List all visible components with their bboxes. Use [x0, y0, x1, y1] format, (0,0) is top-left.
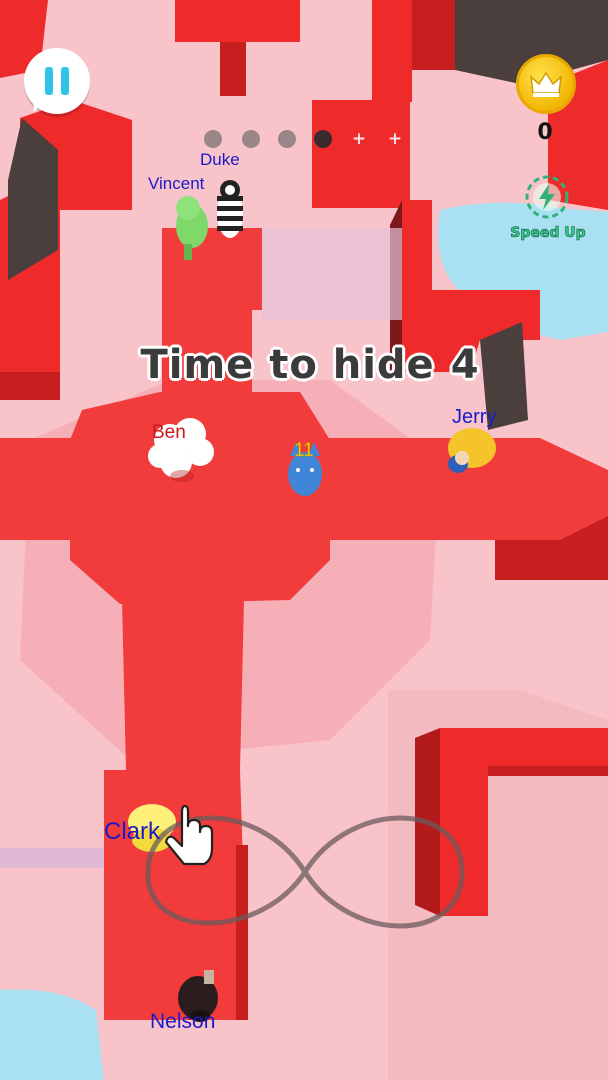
lightning-icon	[525, 175, 569, 219]
round-progress: + +	[200, 130, 420, 152]
round-dot-locked: +	[387, 129, 403, 149]
round-dot	[278, 130, 296, 148]
hand-pointer-icon	[164, 804, 214, 866]
round-dot-current	[314, 130, 332, 148]
round-dot	[204, 130, 222, 148]
speed-up-button[interactable]	[524, 174, 570, 220]
pause-button[interactable]	[24, 48, 90, 115]
seeker-count-badge: 11	[294, 440, 314, 461]
speed-up-label: Speed Up	[510, 225, 586, 242]
player-name-ben: Ben	[152, 422, 186, 443]
crown-icon	[530, 71, 562, 97]
player-name-nelson: Nelson	[150, 1010, 216, 1033]
crown-button[interactable]	[516, 54, 576, 114]
player-name-vincent: Vincent	[148, 174, 205, 193]
player-name-duke: Duke	[200, 150, 240, 169]
countdown-value: 4	[450, 342, 480, 388]
round-dot-locked: +	[351, 129, 367, 149]
game-viewport[interactable]: Duke Vincent Ben Jerry Clark Nelson 11 T…	[0, 0, 608, 1080]
swipe-hint	[145, 804, 465, 929]
player-name-jerry: Jerry	[452, 406, 497, 428]
player-name-clark: Clark	[104, 818, 161, 845]
crown-count: 0	[537, 120, 553, 145]
hide-countdown: Time to hide 4	[130, 342, 490, 388]
countdown-label: Time to hide	[140, 342, 435, 388]
round-dot	[242, 130, 260, 148]
